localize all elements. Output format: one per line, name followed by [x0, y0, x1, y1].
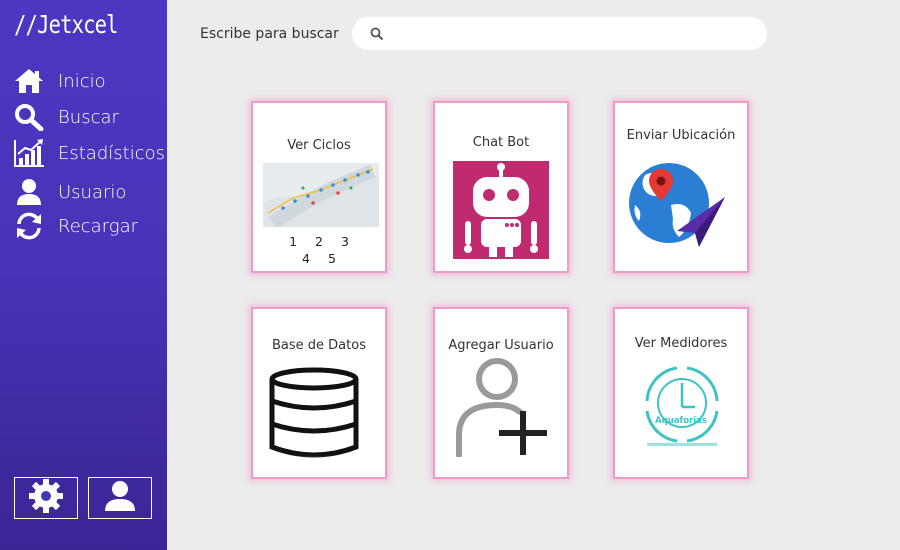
- card-agregar-usuario[interactable]: Agregar Usuario: [433, 307, 569, 479]
- search-label: Escribe para buscar: [200, 26, 339, 42]
- sidebar: //Jetxcel Inicio Buscar Estadísticos Usu…: [0, 0, 167, 550]
- page-link[interactable]: 2: [315, 234, 323, 249]
- database-icon: [269, 367, 359, 458]
- card-ver-ciclos[interactable]: Ver Ciclos 1 2 3 4 5: [251, 101, 387, 273]
- sidebar-item-estadisticos[interactable]: Estadísticos: [12, 138, 165, 168]
- sidebar-item-recargar[interactable]: Recargar: [12, 211, 138, 241]
- app-logo: //Jetxcel: [14, 10, 119, 39]
- sidebar-item-inicio[interactable]: Inicio: [12, 66, 106, 96]
- sidebar-item-label: Buscar: [58, 106, 119, 128]
- image-reflection: [615, 455, 747, 477]
- sidebar-item-buscar[interactable]: Buscar: [12, 102, 119, 132]
- gear-icon: [28, 478, 64, 518]
- card-title: Ver Ciclos: [287, 138, 351, 153]
- chart-icon: [12, 138, 46, 168]
- image-reflection: [435, 455, 567, 477]
- search-icon: [370, 27, 384, 40]
- robot-icon: [453, 161, 549, 259]
- map-image: [263, 163, 379, 227]
- sidebar-item-usuario[interactable]: Usuario: [12, 177, 126, 207]
- user-icon: [12, 177, 46, 207]
- sidebar-item-label: Recargar: [58, 215, 139, 237]
- meter-clock-icon: [645, 366, 719, 446]
- search-bar[interactable]: [352, 17, 767, 50]
- page-link[interactable]: 4: [302, 251, 310, 266]
- globe-location-icon: [629, 163, 725, 247]
- card-title: Enviar Ubicación: [626, 128, 736, 143]
- add-user-icon: [456, 358, 547, 457]
- pagination-row-1: 1 2 3: [253, 234, 385, 250]
- card-base-de-datos[interactable]: Base de Datos: [251, 307, 387, 479]
- sidebar-item-label: Estadísticos: [58, 142, 165, 164]
- pagination-row-2: 4 5: [253, 251, 385, 267]
- card-chat-bot[interactable]: Chat Bot: [433, 101, 569, 273]
- search-input[interactable]: [394, 25, 767, 42]
- card-title: Chat Bot: [472, 135, 530, 150]
- card-ver-medidores[interactable]: Ver Medidores Aquaforjas: [613, 307, 749, 479]
- home-icon: [12, 66, 46, 96]
- card-title: Ver Medidores: [634, 336, 728, 351]
- settings-button[interactable]: [14, 477, 78, 519]
- refresh-icon: [12, 211, 46, 241]
- page-link[interactable]: 5: [328, 251, 336, 266]
- card-title: Agregar Usuario: [448, 338, 554, 353]
- profile-button[interactable]: [88, 477, 152, 519]
- page-link[interactable]: 3: [341, 234, 349, 249]
- card-title: Base de Datos: [272, 338, 366, 353]
- sidebar-item-label: Inicio: [58, 70, 106, 92]
- search-icon: [12, 102, 46, 132]
- meter-brand-label: Aquaforjas: [655, 416, 707, 426]
- image-reflection: [253, 455, 385, 477]
- sidebar-item-label: Usuario: [58, 181, 127, 203]
- card-enviar-ubicacion[interactable]: Enviar Ubicación: [613, 101, 749, 273]
- user-icon: [103, 479, 137, 517]
- page-link[interactable]: 1: [289, 234, 297, 249]
